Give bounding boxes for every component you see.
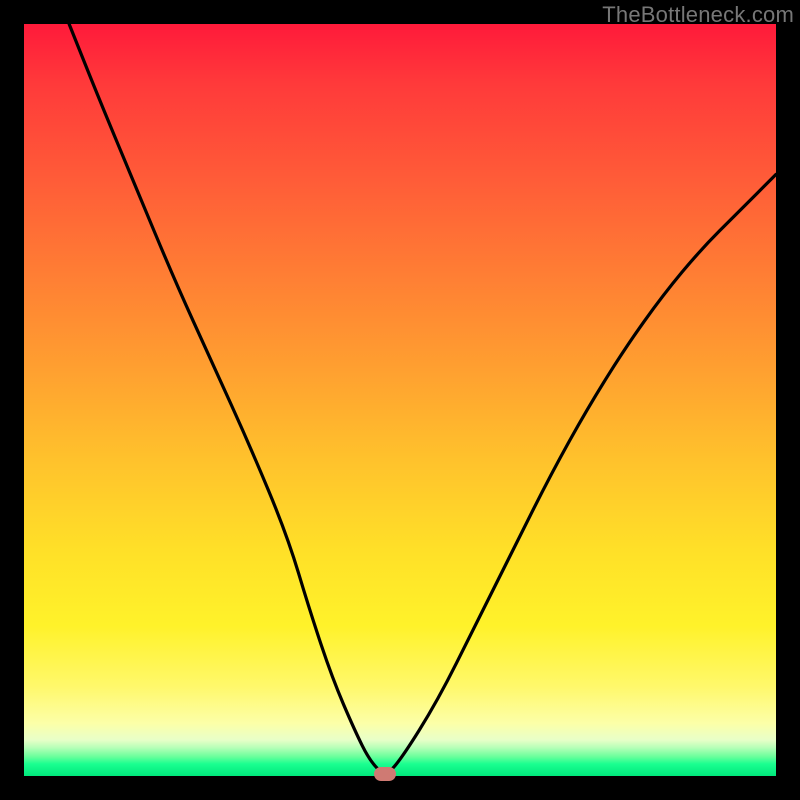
chart-frame: TheBottleneck.com — [0, 0, 800, 800]
bottleneck-curve — [24, 24, 776, 776]
plot-area — [24, 24, 776, 776]
optimum-marker — [374, 767, 396, 781]
